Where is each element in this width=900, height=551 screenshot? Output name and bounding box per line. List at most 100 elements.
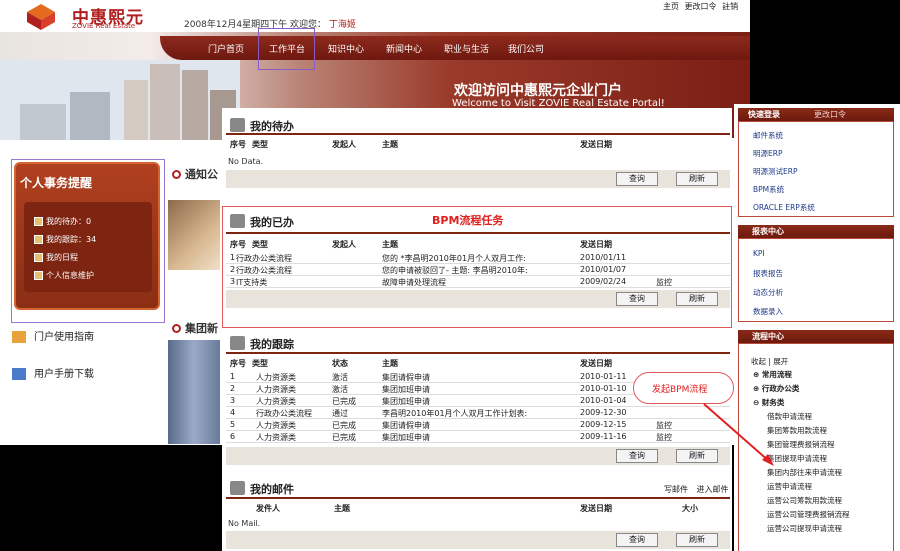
nav-knowledge[interactable]: 知识中心 xyxy=(328,42,364,55)
track-button-bar: 查询 刷新 xyxy=(226,447,730,465)
cell: 集团加班申请 xyxy=(382,397,430,406)
mail-actions: 写邮件 进入邮件 xyxy=(664,484,729,495)
link-label: 门户使用指南 xyxy=(34,332,94,343)
link-home[interactable]: 主页 xyxy=(663,2,679,11)
mail-refresh-button[interactable]: 刷新 xyxy=(676,533,718,547)
cell: 已完成 xyxy=(332,397,356,406)
link-kpi[interactable]: KPI xyxy=(753,249,765,258)
divider xyxy=(226,352,730,354)
divider xyxy=(226,133,730,135)
tree-item[interactable]: 运营公司管理费报销流程 xyxy=(767,509,850,520)
track-table-header: 序号 类型 状态 主题 发送日期 xyxy=(226,358,730,371)
link-bpm-system[interactable]: BPM系统 xyxy=(753,184,784,195)
cell: 1 xyxy=(230,372,236,381)
track-title: 我的跟踪 xyxy=(230,336,294,352)
link-dynamic-analysis[interactable]: 动态分析 xyxy=(753,287,783,298)
col-header: 发起人 xyxy=(332,140,356,149)
cell[interactable]: 监控 xyxy=(656,420,672,431)
todo-section-icon xyxy=(230,118,245,132)
nav-news[interactable]: 新闻中心 xyxy=(386,42,422,55)
tree-group-admin[interactable]: ⊕ 行政办公类 xyxy=(753,383,799,394)
todo-query-button[interactable]: 查询 xyxy=(616,172,658,186)
main-nav: 门户首页 工作平台 知识中心 新闻中心 职业与生活 我们公司 xyxy=(160,36,750,60)
change-password-link[interactable]: 更改口令 xyxy=(814,109,846,120)
notice-text: 通知公 xyxy=(185,168,218,181)
nav-career-life[interactable]: 职业与生活 xyxy=(444,42,489,55)
tree-item[interactable]: 运营公司筹款用款流程 xyxy=(767,495,842,506)
building-image xyxy=(168,340,220,444)
link-mail-system[interactable]: 邮件系统 xyxy=(753,130,783,141)
pen-image xyxy=(168,200,220,270)
cell: 人力资源类 xyxy=(256,397,296,406)
cell: 通过 xyxy=(332,409,348,418)
col-header: 发送日期 xyxy=(580,359,612,368)
link-mingyuan-erp[interactable]: 明源ERP xyxy=(753,148,782,159)
cell: 集团请假申请 xyxy=(382,373,430,382)
cell: 4 xyxy=(230,408,236,417)
cell: 2009-11-16 xyxy=(580,432,627,441)
todo-table-header: 序号 类型 发起人 主题 发送日期 xyxy=(226,139,730,152)
col-header: 序号 xyxy=(230,140,246,149)
brand-name-en: ZOVIE Real Estate xyxy=(72,22,136,30)
table-row[interactable]: 5 人力资源类 已完成 集团请假申请 2009-12-15 监控 xyxy=(226,420,730,431)
collapse-expand-toggle[interactable]: 收起 | 展开 xyxy=(751,356,788,367)
col-header: 发送日期 xyxy=(580,140,612,149)
nav-home[interactable]: 门户首页 xyxy=(208,42,244,55)
col-header: 主题 xyxy=(334,504,350,513)
compose-mail-link[interactable]: 写邮件 xyxy=(664,485,688,494)
col-header: 大小 xyxy=(682,504,698,513)
col-header: 主题 xyxy=(382,140,398,149)
cell: 3 xyxy=(230,396,236,405)
link-logout[interactable]: 註销 xyxy=(722,2,738,11)
link-change-password[interactable]: 更改口令 xyxy=(685,2,717,11)
cell: 集团加班申请 xyxy=(382,433,430,442)
cell: 6 xyxy=(230,432,236,441)
col-header: 发件人 xyxy=(256,504,280,513)
cell[interactable]: 监控 xyxy=(656,432,672,443)
mail-title: 我的邮件 xyxy=(230,481,294,497)
track-query-button[interactable]: 查询 xyxy=(616,449,658,463)
welcome-title: 欢迎访问中惠熙元企业门户 xyxy=(454,83,622,99)
cell: 2010-01-11 xyxy=(580,372,627,381)
top-links: 主页 更改口令 註销 xyxy=(663,1,738,12)
link-oracle-erp[interactable]: ORACLE ERP系统 xyxy=(753,202,815,213)
nav-company[interactable]: 我们公司 xyxy=(508,42,544,55)
link-portal-guide[interactable]: 门户使用指南 xyxy=(12,328,94,343)
cell: 2010-01-04 xyxy=(580,396,627,405)
section-title: 我的待办 xyxy=(250,120,294,133)
open-mail-link[interactable]: 进入邮件 xyxy=(697,485,729,494)
tree-item[interactable]: 运营申请流程 xyxy=(767,481,812,492)
skyline-image xyxy=(0,60,240,140)
cell: 已完成 xyxy=(332,421,356,430)
group-news-heading: 集团新 xyxy=(172,320,218,336)
cell: 2009-12-30 xyxy=(580,408,627,417)
tree-item[interactable]: 运营公司提现申请流程 xyxy=(767,523,842,534)
cell: 已完成 xyxy=(332,433,356,442)
mail-query-button[interactable]: 查询 xyxy=(616,533,658,547)
col-header: 类型 xyxy=(252,359,268,368)
link-report[interactable]: 报表报告 xyxy=(753,268,783,279)
table-row[interactable]: 4 行政办公类流程 通过 李昌明2010年01月个人双月工作计划表: 2009-… xyxy=(226,408,730,419)
reports-header: 报表中心 xyxy=(738,225,894,238)
brand-logo-icon xyxy=(27,4,55,30)
cell: 集团请假申请 xyxy=(382,421,430,430)
todo-refresh-button[interactable]: 刷新 xyxy=(676,172,718,186)
todo-title: 我的待办 xyxy=(230,118,294,134)
header-title: 流程中心 xyxy=(752,332,784,341)
mail-section-icon xyxy=(230,481,245,495)
link-mingyuan-test-erp[interactable]: 明源测试ERP xyxy=(753,166,797,177)
bullet-icon xyxy=(172,170,181,179)
cell: 李昌明2010年01月个人双月工作计划表: xyxy=(382,409,528,418)
link-label: 用户手册下载 xyxy=(34,369,94,380)
header-title: 快速登录 xyxy=(748,110,780,119)
tree-group-common[interactable]: ⊕ 常用流程 xyxy=(753,369,792,380)
group-text: 集团新 xyxy=(185,322,218,335)
link-data-entry[interactable]: 数据录入 xyxy=(753,306,783,317)
section-title: 我的跟踪 xyxy=(250,338,294,351)
table-row[interactable]: 6 人力资源类 已完成 集团加班申请 2009-11-16 监控 xyxy=(226,432,730,443)
col-header: 序号 xyxy=(230,359,246,368)
link-user-manual[interactable]: 用户手册下载 xyxy=(12,365,94,380)
header-title: 报表中心 xyxy=(752,227,784,236)
cell: 集团加班申请 xyxy=(382,385,430,394)
reminders-highlight-box xyxy=(11,159,165,323)
